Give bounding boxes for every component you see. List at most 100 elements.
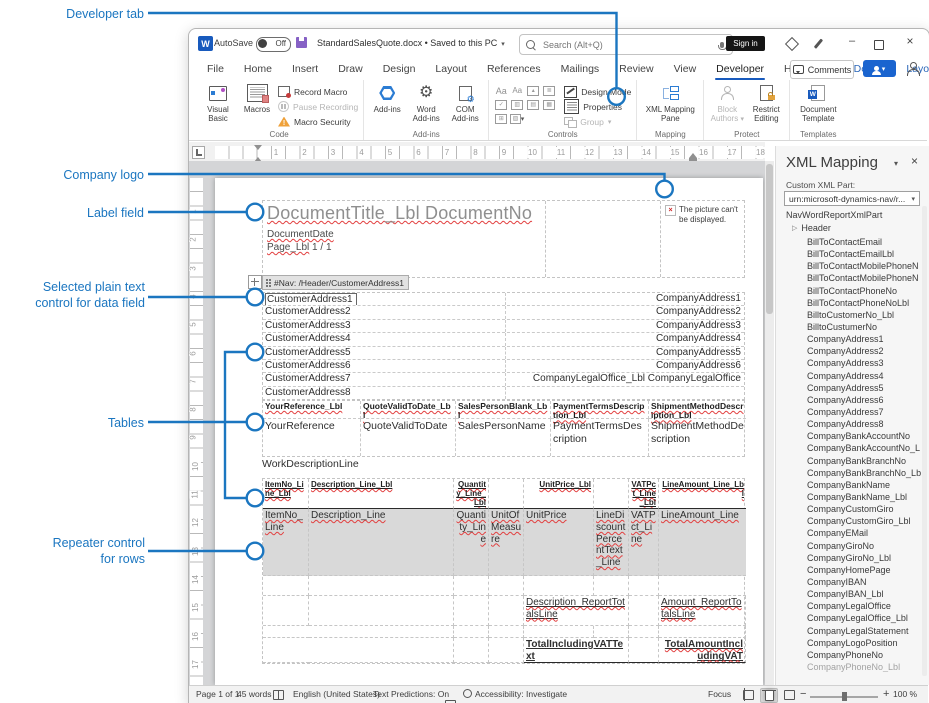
xml-field-companybankaccountno[interactable]: CompanyBankAccountNo: [807, 430, 925, 442]
macro-security-button[interactable]: !Macro Security: [278, 116, 358, 127]
xml-field-billtocontactmobilephonen[interactable]: BillToContactMobilePhoneN: [807, 272, 925, 284]
xml-field-companybankaccountno-l[interactable]: CompanyBankAccountNo_L: [807, 442, 925, 454]
repeater-cell[interactable]: UnitPrice: [524, 509, 594, 576]
page-label-control[interactable]: Page_Lbl: [267, 242, 309, 253]
visual-basic-button[interactable]: Visual Basic: [200, 82, 236, 129]
ref-value-cell[interactable]: QuoteValidToDate: [361, 419, 456, 456]
xml-field-companyphoneno[interactable]: CompanyPhoneNo: [807, 649, 925, 661]
xml-field-companylegalstatement[interactable]: CompanyLegalStatement: [807, 625, 925, 637]
plain-text-control[interactable]: CustomerAddress3: [265, 320, 351, 331]
xml-field-companyemail[interactable]: CompanyEMail: [807, 527, 925, 539]
xml-tree-header-node[interactable]: ▷ Header: [792, 223, 831, 233]
xml-field-companybankbranchno-lb[interactable]: CompanyBankBranchNo_Lb: [807, 467, 925, 479]
minimize-button[interactable]: –: [845, 35, 859, 51]
restrict-editing-button[interactable]: Restrict Editing: [748, 82, 784, 129]
word-count[interactable]: 45 words: [237, 689, 272, 699]
sign-in-button[interactable]: Sign in: [726, 36, 765, 51]
plain-text-control[interactable]: CustomerAddress8: [265, 387, 351, 398]
gem-icon[interactable]: [785, 37, 799, 51]
accessibility-status[interactable]: Accessibility: Investigate: [475, 689, 567, 699]
tab-selector[interactable]: [192, 146, 205, 159]
tree-expand-icon[interactable]: ▷: [792, 224, 797, 232]
custom-xml-part-dropdown[interactable]: urn:microsoft-dynamics-nav/r... ▾: [784, 191, 920, 206]
item-header-cell[interactable]: ItemNo_Line_Lbl: [263, 479, 309, 509]
search-box[interactable]: [519, 34, 733, 55]
search-input[interactable]: [541, 39, 714, 51]
selected-plain-text-control[interactable]: CustomerAddress1: [265, 293, 357, 305]
header-title-cell[interactable]: DocumentTitle_Lbl DocumentNo DocumentDat…: [263, 201, 546, 277]
tab-draw[interactable]: Draw: [328, 58, 373, 80]
company-address-cell[interactable]: CompanyAddress4: [506, 333, 744, 345]
record-macro-button[interactable]: Record Macro: [278, 86, 358, 97]
xml-field-companyphoneno-lbl[interactable]: CompanyPhoneNo_Lbl: [807, 661, 925, 673]
item-header-cell[interactable]: Quantity_Line_Lbl: [454, 479, 489, 509]
customer-address-cell[interactable]: CustomerAddress2: [263, 306, 506, 318]
document-template-button[interactable]: Document Template: [795, 82, 841, 129]
totals-description-cell[interactable]: Description_ReportTotalsLine: [524, 596, 629, 626]
total-incl-vat-text-cell[interactable]: TotalIncludingVATText: [524, 638, 629, 663]
xml-field-companylegaloffice-lbl[interactable]: CompanyLegalOffice_Lbl: [807, 612, 925, 624]
web-layout-button[interactable]: [781, 688, 797, 701]
close-button[interactable]: ×: [903, 34, 917, 51]
ref-value-cell[interactable]: ShipmentMethodDescription: [649, 419, 746, 456]
xml-field-companybankbranchno[interactable]: CompanyBankBranchNo: [807, 455, 925, 467]
xml-field-companyiban[interactable]: CompanyIBAN: [807, 576, 925, 588]
work-description-line[interactable]: WorkDescriptionLine: [262, 458, 359, 470]
tab-references[interactable]: References: [477, 58, 551, 80]
company-address-cell[interactable]: CompanyLegalOffice_Lbl CompanyLegalOffic…: [506, 373, 744, 385]
xml-field-companylegaloffice[interactable]: CompanyLegalOffice: [807, 600, 925, 612]
company-address-cell[interactable]: CompanyAddress5: [506, 347, 744, 359]
document-page[interactable]: DocumentTitle_Lbl DocumentNo DocumentDat…: [215, 178, 763, 685]
microphone-icon[interactable]: [720, 42, 724, 48]
xml-field-companygirono-lbl[interactable]: CompanyGiroNo_Lbl: [807, 552, 925, 564]
customer-address-cell[interactable]: CustomerAddress3: [263, 320, 506, 332]
macros-button[interactable]: Macros: [239, 82, 275, 129]
ref-value-cell[interactable]: SalesPersonName: [456, 419, 551, 456]
xml-field-companyaddress3[interactable]: CompanyAddress3: [807, 357, 925, 369]
tab-view[interactable]: View: [664, 58, 707, 80]
customer-address-cell[interactable]: CustomerAddress4: [263, 333, 506, 345]
xml-field-companyaddress2[interactable]: CompanyAddress2: [807, 345, 925, 357]
xml-field-billtocustumerno[interactable]: BilltoCustumerNo: [807, 321, 925, 333]
xml-field-companylogoposition[interactable]: CompanyLogoPosition: [807, 637, 925, 649]
word-addins-button[interactable]: ⚙ Word Add-ins: [408, 82, 444, 129]
customer-address-cell[interactable]: CustomerAddress6: [263, 360, 506, 372]
xml-field-companyiban-lbl[interactable]: CompanyIBAN_Lbl: [807, 588, 925, 600]
zoom-out-button[interactable]: −: [800, 688, 806, 700]
company-address-cell[interactable]: CompanyAddress3: [506, 320, 744, 332]
xml-mapping-pane-button[interactable]: XML Mapping Pane: [642, 82, 698, 129]
xml-field-companyaddress8[interactable]: CompanyAddress8: [807, 418, 925, 430]
autosave-toggle[interactable]: Off: [256, 37, 291, 52]
tab-home[interactable]: Home: [234, 58, 282, 80]
indent-marker-right[interactable]: [689, 149, 697, 161]
properties-button[interactable]: Properties: [564, 101, 631, 112]
totals-amount-cell[interactable]: Amount_ReportTotalsLine: [659, 596, 746, 626]
item-header-cell[interactable]: UnitPrice_Lbl: [524, 479, 594, 509]
comments-button[interactable]: Comments: [790, 60, 854, 79]
presenter-icon[interactable]: [905, 61, 921, 77]
repeater-cell[interactable]: UnitOfMeasure: [489, 509, 524, 576]
company-address-cell[interactable]: [506, 387, 744, 399]
picture-placeholder[interactable]: × The picture can't be displayed.: [661, 201, 746, 277]
addins-button[interactable]: Add-ins: [369, 82, 405, 129]
xml-field-companyaddress6[interactable]: CompanyAddress6: [807, 394, 925, 406]
pane-scrollbar[interactable]: [922, 206, 927, 676]
xml-field-billtocontactphonenolbl[interactable]: BillToContactPhoneNoLbl: [807, 297, 925, 309]
company-address-cell[interactable]: CompanyAddress1: [506, 293, 744, 305]
item-header-cell[interactable]: LineAmount_Line_Lbl: [659, 479, 746, 509]
xml-field-companybankname-lbl[interactable]: CompanyBankName_Lbl: [807, 491, 925, 503]
xml-field-companygirono[interactable]: CompanyGiroNo: [807, 540, 925, 552]
print-layout-button[interactable]: [760, 688, 778, 703]
plain-text-control[interactable]: CustomerAddress2: [265, 306, 351, 317]
xml-field-companybankname[interactable]: CompanyBankName: [807, 479, 925, 491]
repeater-cell[interactable]: VATPct_Line: [629, 509, 659, 576]
customer-address-cell[interactable]: CustomerAddress5: [263, 347, 506, 359]
plain-text-control[interactable]: CustomerAddress7: [265, 373, 351, 384]
customer-address-cell[interactable]: CustomerAddress8: [263, 387, 506, 399]
read-mode-button[interactable]: [740, 688, 756, 701]
pane-options-icon[interactable]: ▾: [894, 159, 898, 168]
tab-developer[interactable]: Developer: [706, 58, 774, 80]
item-header-cell[interactable]: Description_Line_Lbl: [309, 479, 454, 509]
design-mode-button[interactable]: Design Mode: [564, 86, 631, 97]
customer-address-cell[interactable]: CustomerAddress1: [263, 293, 506, 305]
